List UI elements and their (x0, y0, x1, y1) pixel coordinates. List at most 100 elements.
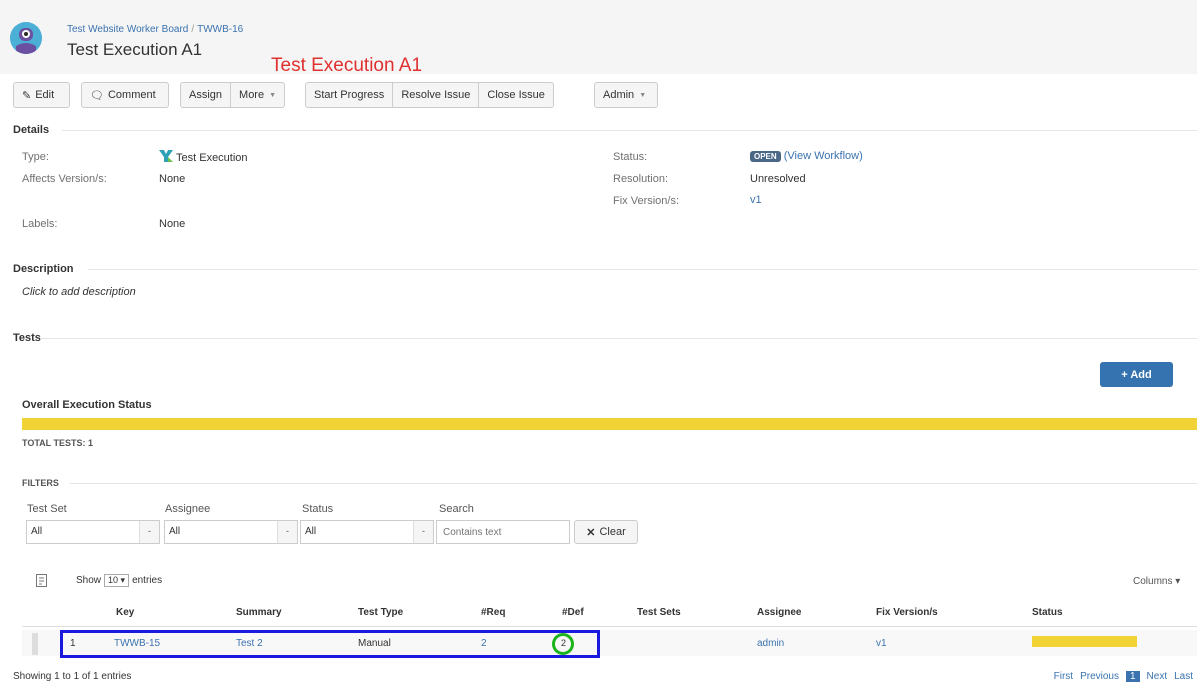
affects-version-value: None (159, 173, 186, 185)
fix-version-label: Fix Version/s: (613, 195, 680, 207)
close-icon: ✕ (586, 526, 596, 539)
description-heading: Description (13, 263, 74, 275)
export-icon[interactable] (36, 574, 48, 590)
test-set-filter[interactable]: All - (26, 520, 160, 544)
speech-bubble-icon: 🗨 (90, 89, 104, 102)
pager-next[interactable]: Next (1147, 671, 1168, 682)
resolve-issue-button[interactable]: Resolve Issue (392, 83, 478, 107)
more-label: More (239, 89, 265, 101)
breadcrumb-project-link[interactable]: Test Website Worker Board (67, 24, 188, 35)
entries-count: 10 (108, 575, 119, 585)
assignee-filter-label: Assignee (165, 503, 211, 515)
clear-label: Clear (599, 526, 626, 538)
chevron-down-icon: - (413, 521, 433, 543)
assign-button[interactable]: Assign (181, 83, 230, 107)
columns-menu[interactable]: Columns ▾ (1133, 576, 1180, 587)
breadcrumb-separator: / (191, 24, 195, 35)
description-placeholder[interactable]: Click to add description (22, 286, 136, 298)
overall-status-heading: Overall Execution Status (22, 399, 152, 411)
pencil-icon: ✎ (22, 89, 32, 102)
workflow-group: Start Progress Resolve Issue Close Issue (305, 82, 554, 108)
details-heading: Details (13, 124, 50, 136)
pagination: First Previous 1 Next Last (1054, 671, 1193, 682)
column-header-def[interactable]: #Def (562, 607, 584, 618)
column-header-fix-version[interactable]: Fix Version/s (876, 607, 938, 618)
test-set-filter-value: All (31, 526, 43, 537)
pager-first[interactable]: First (1054, 671, 1073, 682)
search-filter-label: Search (439, 503, 474, 515)
chevron-down-icon: ▼ (269, 91, 277, 99)
type-label: Type: (22, 151, 49, 163)
labels-value[interactable]: None (159, 218, 185, 230)
annotation-label: Test Execution A1 (271, 55, 423, 76)
page-title: Test Execution A1 (67, 40, 203, 59)
pager-previous[interactable]: Previous (1080, 671, 1119, 682)
edit-label: Edit (35, 89, 55, 101)
column-header-req[interactable]: #Req (481, 607, 505, 618)
column-header-status[interactable]: Status (1032, 607, 1063, 618)
admin-label: Admin (603, 89, 635, 101)
tests-heading: Tests (13, 332, 41, 344)
admin-dropdown[interactable]: Admin ▼ (594, 82, 658, 108)
start-progress-button[interactable]: Start Progress (306, 83, 392, 107)
filters-heading: FILTERS (22, 478, 59, 488)
clear-filters-button[interactable]: ✕ Clear (574, 520, 638, 544)
table-header-divider (22, 626, 1197, 627)
column-header-test-sets[interactable]: Test Sets (637, 607, 681, 618)
test-set-filter-label: Test Set (27, 503, 67, 515)
row-assignee-link[interactable]: admin (757, 638, 784, 649)
type-value: Test Execution (159, 150, 248, 165)
breadcrumb-issue-link[interactable]: TWWB-16 (197, 24, 243, 35)
comment-label: Comment (107, 89, 156, 101)
breadcrumb: Test Website Worker Board / TWWB-16 (67, 24, 243, 35)
comment-button[interactable]: 🗨 Comment (81, 82, 169, 108)
fix-version-link[interactable]: v1 (750, 194, 762, 206)
status-badge: OPEN (750, 151, 781, 162)
resolution-label: Resolution: (613, 173, 669, 185)
add-test-button[interactable]: + Add (1100, 362, 1173, 387)
edit-button[interactable]: ✎ Edit (13, 82, 70, 108)
type-text: Test Execution (176, 151, 248, 164)
entries-select[interactable]: 10 ▾ (104, 574, 130, 587)
row-fix-version-link[interactable]: v1 (876, 638, 887, 649)
chevron-down-icon: - (139, 521, 159, 543)
assignee-filter[interactable]: All - (164, 520, 298, 544)
pager-last[interactable]: Last (1174, 671, 1193, 682)
chevron-down-icon: ▼ (639, 91, 647, 99)
chevron-down-icon: - (277, 521, 297, 543)
test-execution-icon (159, 150, 173, 165)
more-dropdown[interactable]: More ▼ (230, 83, 284, 107)
view-workflow-link[interactable]: (View Workflow) (784, 150, 863, 162)
search-input[interactable] (436, 520, 570, 544)
section-divider (88, 269, 1197, 270)
entries-label: entries (132, 575, 163, 586)
entries-info: Showing 1 to 1 of 1 entries (13, 671, 132, 682)
row-status-bar (1032, 636, 1137, 647)
entries-selector: Show 10 ▾ entries (76, 574, 162, 587)
close-issue-button[interactable]: Close Issue (478, 83, 552, 107)
row-drag-handle[interactable] (32, 633, 38, 655)
status-value: OPEN (View Workflow) (750, 150, 863, 162)
affects-version-label: Affects Version/s: (22, 173, 107, 185)
total-tests: TOTAL TESTS: 1 (22, 438, 94, 448)
column-header-test-type[interactable]: Test Type (358, 607, 403, 618)
execution-progress-bar (22, 418, 1197, 430)
column-header-key[interactable]: Key (116, 607, 134, 618)
status-label: Status: (613, 151, 648, 163)
assign-more-group: Assign More ▼ (180, 82, 286, 108)
project-avatar[interactable] (10, 22, 42, 54)
column-header-assignee[interactable]: Assignee (757, 607, 801, 618)
resolution-value: Unresolved (750, 173, 806, 185)
issue-header (0, 0, 1197, 74)
assignee-filter-value: All (169, 526, 181, 537)
column-header-summary[interactable]: Summary (236, 607, 282, 618)
show-label: Show (76, 575, 102, 586)
labels-label: Labels: (22, 218, 58, 230)
section-divider (62, 130, 1197, 131)
section-divider (70, 483, 1197, 484)
section-divider (40, 338, 1197, 339)
row-highlight-box (60, 630, 600, 658)
status-filter[interactable]: All - (300, 520, 434, 544)
pager-current-page[interactable]: 1 (1125, 671, 1140, 682)
columns-label: Columns (1133, 576, 1173, 587)
